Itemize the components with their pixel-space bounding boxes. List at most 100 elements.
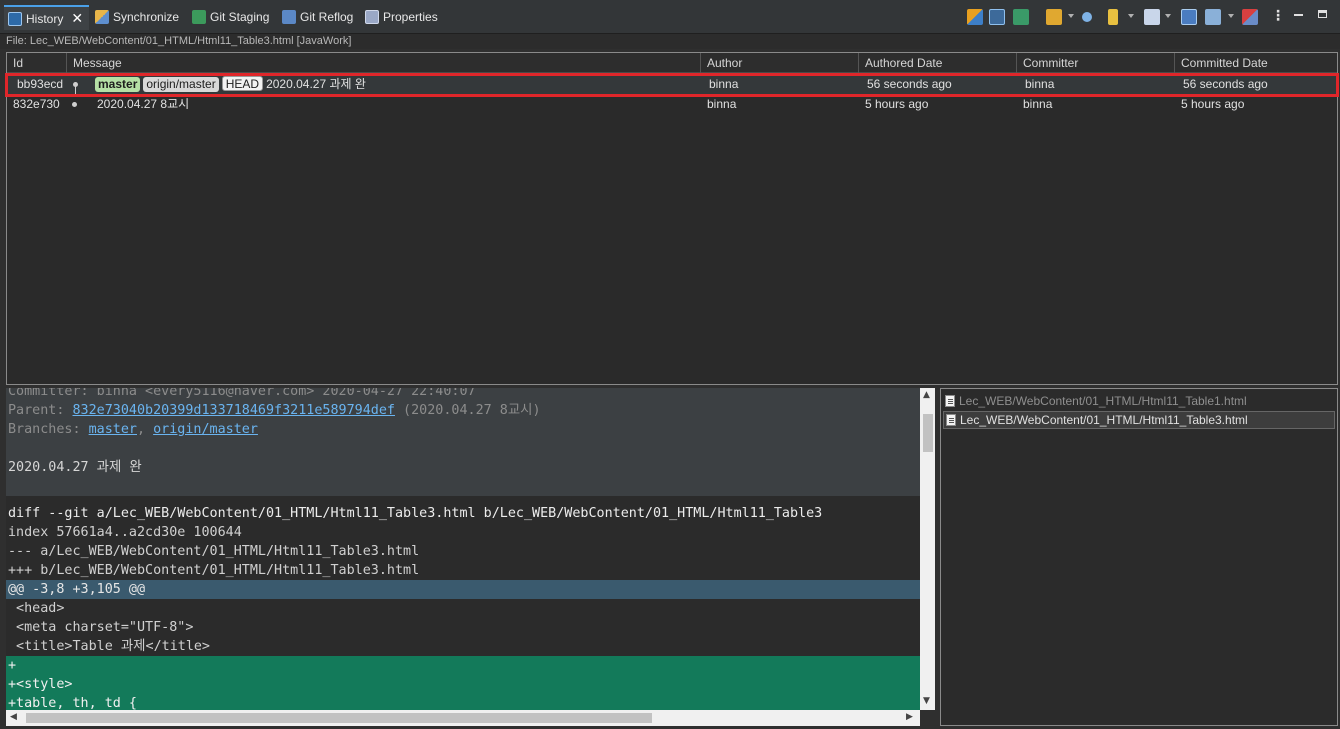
- diff-line: index 57661a4..a2cd30e 100644: [8, 525, 242, 540]
- table-row[interactable]: bb93ecd master origin/master HEAD 2020.04.2…: [5, 73, 1339, 97]
- commit-authored-date: 5 hours ago: [865, 97, 929, 111]
- chevron-down-icon[interactable]: [1068, 14, 1074, 18]
- tab-git-reflog-label: Git Reflog: [300, 10, 354, 24]
- tab-synchronize-label: Synchronize: [113, 10, 180, 24]
- maximize-icon[interactable]: [1318, 10, 1327, 18]
- diff-line: +++ b/Lec_WEB/WebContent/01_HTML/Html11_…: [8, 563, 420, 578]
- column-header-message[interactable]: Message: [67, 53, 701, 73]
- ref-badge-head: HEAD: [221, 76, 264, 91]
- diff-line: <title>Table 과제</title>: [8, 639, 210, 654]
- table-row[interactable]: 832e730 2020.04.27 8교시 binna 5 hours ago…: [7, 96, 1337, 112]
- filter-icon[interactable]: [1144, 9, 1160, 25]
- commit-message: 2020.04.27 과제 완: [266, 77, 366, 91]
- show-tags-icon[interactable]: [1108, 9, 1118, 25]
- list-item[interactable]: Lec_WEB/WebContent/01_HTML/Html11_Table1…: [945, 392, 1247, 410]
- commit-committed-date: 5 hours ago: [1181, 97, 1245, 111]
- commit-authored-date: 56 seconds ago: [867, 77, 952, 91]
- commit-info-block: Committer: binna <every5116@naver.com> 2…: [6, 388, 920, 496]
- change-compare-icon[interactable]: [1242, 9, 1258, 25]
- scroll-right-icon[interactable]: ▶: [906, 712, 913, 722]
- show-first-parent-icon[interactable]: [1205, 9, 1221, 25]
- branches-line: Branches: master, origin/master: [8, 420, 258, 439]
- commit-committer: binna: [1025, 77, 1055, 91]
- view-tab-bar: History ✕ Synchronize Git Staging Git Re…: [0, 0, 1340, 34]
- commit-author: binna: [709, 77, 739, 91]
- parent-note: (2020.04.27 8교시): [394, 403, 541, 418]
- commit-author: binna: [707, 97, 737, 111]
- detail-vertical-scrollbar[interactable]: ▲ ▼: [920, 388, 935, 710]
- commit-detail-pane[interactable]: Committer: binna <every5116@naver.com> 2…: [6, 388, 920, 710]
- file-path: Lec_WEB/WebContent/01_HTML/Html11_Table1…: [959, 394, 1247, 408]
- switch-repository-icon[interactable]: [1013, 9, 1029, 25]
- list-item[interactable]: Lec_WEB/WebContent/01_HTML/Html11_Table3…: [943, 411, 1335, 429]
- scroll-thumb[interactable]: [923, 414, 933, 452]
- file-icon: [945, 395, 955, 407]
- column-header-committer[interactable]: Committer: [1017, 53, 1175, 73]
- detail-horizontal-scrollbar[interactable]: ◀ ▶: [6, 710, 920, 726]
- diff-added-line: +<style>: [6, 675, 920, 694]
- ref-badge-remote: origin/master: [143, 77, 219, 92]
- find-icon[interactable]: [1082, 12, 1092, 22]
- git-reflog-icon: [282, 10, 296, 24]
- chevron-down-icon[interactable]: [1128, 14, 1134, 18]
- tab-properties[interactable]: Properties: [365, 6, 438, 28]
- branch-link-origin-master[interactable]: origin/master: [153, 422, 258, 437]
- git-staging-icon: [192, 10, 206, 24]
- link-with-selection-icon[interactable]: [967, 9, 983, 25]
- scroll-up-icon[interactable]: ▲: [923, 390, 930, 400]
- compare-mode-icon[interactable]: [989, 9, 1005, 25]
- column-header-committed-date[interactable]: Committed Date: [1175, 53, 1338, 73]
- graph-node: [72, 102, 77, 107]
- scroll-left-icon[interactable]: ◀: [10, 712, 17, 722]
- branches-label: Branches:: [8, 422, 89, 437]
- graph-edge: [75, 86, 76, 94]
- table-header: Id Message Author Authored Date Committe…: [7, 53, 1337, 73]
- scroll-down-icon[interactable]: ▼: [923, 696, 930, 706]
- parent-commit-link[interactable]: 832e73040b20399d133718469f3211e589794def: [73, 403, 395, 418]
- commit-full-message: 2020.04.27 과제 완: [8, 460, 142, 475]
- commit-committed-date: 56 seconds ago: [1183, 77, 1268, 91]
- tab-history-label: History: [26, 11, 64, 26]
- minimize-icon[interactable]: [1294, 14, 1303, 16]
- history-icon: [8, 11, 22, 26]
- chevron-down-icon[interactable]: [1228, 14, 1234, 18]
- ref-badge-branch: master: [95, 77, 141, 92]
- diff-line: --- a/Lec_WEB/WebContent/01_HTML/Html11_…: [8, 544, 420, 559]
- column-header-authored-date[interactable]: Authored Date: [859, 53, 1017, 73]
- show-all-branches-icon[interactable]: [1181, 9, 1197, 25]
- tab-git-staging-label: Git Staging: [210, 10, 270, 24]
- file-path: Lec_WEB/WebContent/01_HTML/Html11_Table3…: [960, 413, 1248, 427]
- tab-history[interactable]: History ✕: [4, 5, 90, 30]
- close-icon[interactable]: ✕: [71, 11, 83, 27]
- branch-separator: ,: [137, 422, 154, 437]
- commit-message: 2020.04.27 8교시: [97, 97, 190, 111]
- tab-synchronize[interactable]: Synchronize: [95, 6, 179, 28]
- commit-id: 832e730: [13, 97, 60, 111]
- view-menu-icon[interactable]: ⋮: [1271, 7, 1285, 24]
- file-path-label: File: Lec_WEB/WebContent/01_HTML/Html11_…: [0, 34, 1340, 49]
- commit-committer: binna: [1023, 97, 1053, 111]
- tab-git-reflog[interactable]: Git Reflog: [282, 6, 353, 28]
- diff-hunk-line: @@ -3,8 +3,105 @@: [6, 580, 920, 599]
- diff-line: <meta charset="UTF-8">: [8, 620, 194, 635]
- commit-id: bb93ecd: [17, 77, 64, 91]
- diff-added-line: +table, th, td {: [6, 694, 920, 710]
- show-branches-icon[interactable]: [1046, 9, 1062, 25]
- column-header-author[interactable]: Author: [701, 53, 859, 73]
- committer-line: Committer: binna <every5116@naver.com> 2…: [8, 388, 476, 399]
- branch-link-master[interactable]: master: [89, 422, 137, 437]
- column-header-id[interactable]: Id: [7, 53, 67, 73]
- commit-message-cell: master origin/master HEAD 2020.04.27 과제 완: [95, 76, 366, 95]
- file-icon: [946, 414, 956, 426]
- scroll-thumb[interactable]: [26, 713, 652, 723]
- parent-line: Parent: 832e73040b20399d133718469f3211e5…: [8, 401, 541, 420]
- tab-git-staging[interactable]: Git Staging: [192, 6, 269, 28]
- parent-label: Parent:: [8, 403, 73, 418]
- diff-added-line: +: [6, 656, 920, 675]
- commit-history-table[interactable]: Id Message Author Authored Date Committe…: [5, 52, 1339, 385]
- chevron-down-icon[interactable]: [1165, 14, 1171, 18]
- tab-properties-label: Properties: [383, 10, 438, 24]
- properties-icon: [365, 10, 379, 24]
- changed-files-list[interactable]: Lec_WEB/WebContent/01_HTML/Html11_Table1…: [940, 388, 1338, 726]
- diff-line: <head>: [8, 601, 65, 616]
